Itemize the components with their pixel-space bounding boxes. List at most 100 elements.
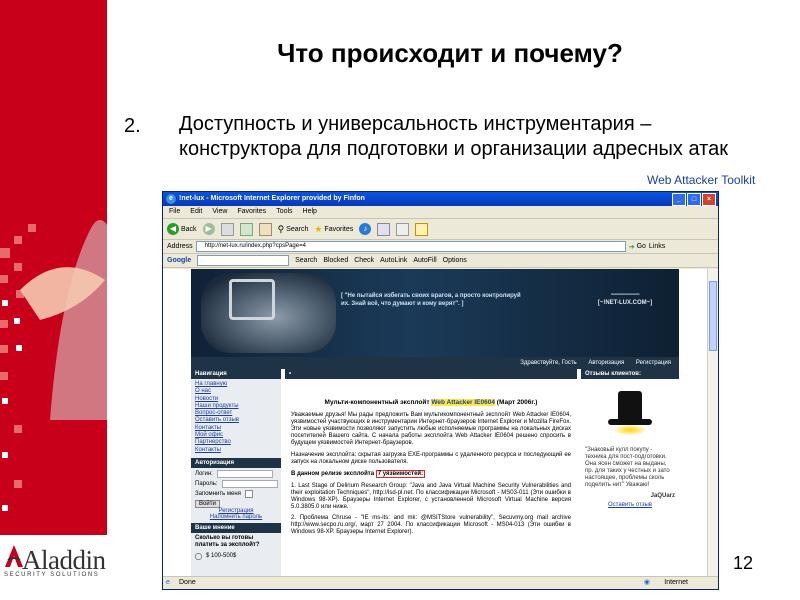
refresh-icon[interactable] (239, 222, 253, 236)
maximize-button[interactable]: □ (687, 193, 701, 206)
forward-arrow-icon[interactable]: ▶ (202, 223, 215, 235)
links-label[interactable]: Links (649, 243, 665, 250)
go-label: Go (636, 243, 646, 250)
folder-icon[interactable] (415, 222, 429, 236)
remember-label: Запомнить меня (195, 490, 241, 497)
site-name: ------------------- [~!NET-LUX.COM~] (589, 291, 661, 307)
review-author: JaQUarz (650, 493, 675, 499)
login-input[interactable] (216, 469, 273, 478)
back-button[interactable]: ◀ Back (167, 223, 197, 235)
exploit-title-prefix: Мульти-компонентный эксплойт (324, 399, 430, 406)
google-search-button[interactable]: Search (295, 257, 317, 264)
page-number: 12 (733, 553, 754, 573)
site-name-dashes: ------------------- (610, 292, 640, 298)
nav-link[interactable]: Новости (195, 396, 281, 403)
go-arrow-icon: ➔ (628, 243, 635, 251)
menu-favorites[interactable]: Favorites (237, 206, 266, 218)
leave-review-link[interactable]: Оставить отзыв (581, 502, 679, 508)
menu-tools[interactable]: Tools (276, 206, 292, 218)
release-note-prefix: В данном релизе эксплойта (291, 471, 375, 477)
login-label: Логин: (195, 470, 213, 477)
search-button[interactable]: ⚲ Search (278, 224, 309, 235)
exploit-title: Мульти-компонентный эксплойт Web Attacke… (285, 399, 577, 406)
list-item-number: 2. (124, 115, 141, 137)
forgot-password-link[interactable]: Напомнить пароль (191, 514, 281, 520)
banner-frame-graphic (229, 279, 275, 320)
address-label: Address (167, 243, 193, 250)
exploit-title-highlight: Web Attacker IE0604 (431, 399, 495, 406)
menu-view[interactable]: View (212, 206, 227, 218)
back-arrow-icon: ◀ (167, 223, 179, 235)
nav-link[interactable]: Партнерство (195, 439, 281, 446)
exploit-description: Уважаемые друзья! Мы рады предложить Вам… (291, 412, 571, 446)
nav-link[interactable]: На главную (195, 381, 281, 388)
nav-link[interactable]: Мой офис (195, 432, 281, 439)
list-item-text: Доступность и универсальность инструмент… (179, 113, 728, 160)
back-label: Back (181, 225, 197, 233)
menu-bar: File Edit View Favorites Tools Help (163, 206, 718, 219)
ie-icon: e (166, 194, 176, 204)
aladdin-logo-mark-icon (5, 545, 23, 567)
poll-radio[interactable] (195, 552, 202, 560)
menu-file[interactable]: File (169, 206, 180, 218)
exploit-purpose: Назначение эксплойта: скрытая загрузка E… (291, 452, 571, 465)
exploit-title-date: (Март 2006г.) (496, 399, 538, 406)
site-center-column: • Мульти-компонентный эксплойт Web Attac… (285, 369, 577, 577)
nav-link[interactable]: О нас (195, 388, 281, 395)
mail-icon[interactable] (377, 222, 391, 236)
address-input[interactable]: http://net-lux.ru/index.php?cpsPage=4 (195, 241, 626, 252)
scrollbar-thumb[interactable] (709, 281, 717, 351)
favorites-button[interactable]: ★ Favorites (314, 224, 353, 235)
browser-toolbar: ◀ Back ▶ ⚲ Search ★ Favorites ♪ (163, 219, 718, 240)
top-hat-image (600, 391, 660, 441)
close-button[interactable]: × (702, 193, 716, 206)
poll-option: $ 100-500$ (206, 553, 237, 560)
logo-tagline: SECURITY SOLUTIONS (4, 572, 100, 578)
topnav-greeting: Здравствуйте, Гость (520, 360, 577, 366)
google-options-button[interactable]: Options (443, 257, 467, 264)
remember-checkbox[interactable] (244, 489, 253, 498)
media-icon[interactable]: ♪ (359, 223, 372, 235)
screenshot-caption: Web Attacker Toolkit (647, 173, 756, 187)
google-toolbar: Google Search Blocked Check AutoLink Aut… (163, 254, 718, 268)
browser-window: e !net-lux - Microsoft Internet Explorer… (162, 191, 719, 590)
letter-a-shape (20, 220, 107, 420)
site-banner: [ "Не пытайся избегать своих врагов, а п… (191, 269, 679, 357)
google-autofill-button[interactable]: AutoFill (413, 257, 436, 264)
slide-title: Что происходит и почему? (277, 38, 623, 68)
minimize-button[interactable]: _ (672, 193, 686, 206)
vertical-scrollbar[interactable] (707, 269, 718, 577)
favorites-label: Favorites (324, 225, 354, 233)
google-blocked-button[interactable]: Blocked (323, 257, 348, 264)
nav-link[interactable]: Вопрос-ответ (195, 410, 281, 417)
auth-heading: Авторизация (191, 457, 281, 468)
google-logo: Google (167, 257, 192, 264)
exploit-release-note: В данном релизе эксплойта 7 уязвимостей: (285, 470, 577, 478)
enter-button[interactable]: Войти (195, 499, 220, 508)
topnav-register-link[interactable]: Регистрация (636, 360, 671, 366)
stop-icon[interactable] (220, 222, 234, 236)
password-label: Пароль: (195, 480, 218, 487)
address-bar: Address http://net-lux.ru/index.php?cpsP… (163, 240, 718, 254)
vulnerability-2: 2. Проблема Chruse - "IE ms-its: and mk:… (291, 515, 571, 535)
site-name-text: [~!NET-LUX.COM~] (597, 300, 653, 306)
topnav-login-link[interactable]: Авторизация (588, 360, 624, 366)
poll-question: Сколько вы готовы платить за эксплойт? (195, 534, 260, 548)
nav-link[interactable]: Оставить отзыв (195, 417, 281, 424)
google-autolink-button[interactable]: AutoLink (380, 257, 407, 264)
nav-link[interactable]: Контакты (195, 447, 281, 454)
nav-link[interactable]: Наши продукты (195, 403, 281, 410)
print-icon[interactable] (396, 222, 410, 236)
google-search-input[interactable] (197, 255, 290, 266)
google-check-button[interactable]: Check (354, 257, 374, 264)
go-button[interactable]: ➔ Go (629, 243, 646, 251)
nav-link[interactable]: Контакты (195, 425, 281, 432)
status-done: Done (179, 579, 196, 586)
home-icon[interactable] (258, 222, 272, 236)
password-input[interactable] (221, 479, 278, 488)
menu-help[interactable]: Help (303, 206, 317, 218)
status-zone: Internet (664, 579, 688, 586)
menu-edit[interactable]: Edit (190, 206, 202, 218)
internet-zone-icon: ◉ (643, 579, 650, 586)
star-icon: ★ (314, 223, 323, 234)
